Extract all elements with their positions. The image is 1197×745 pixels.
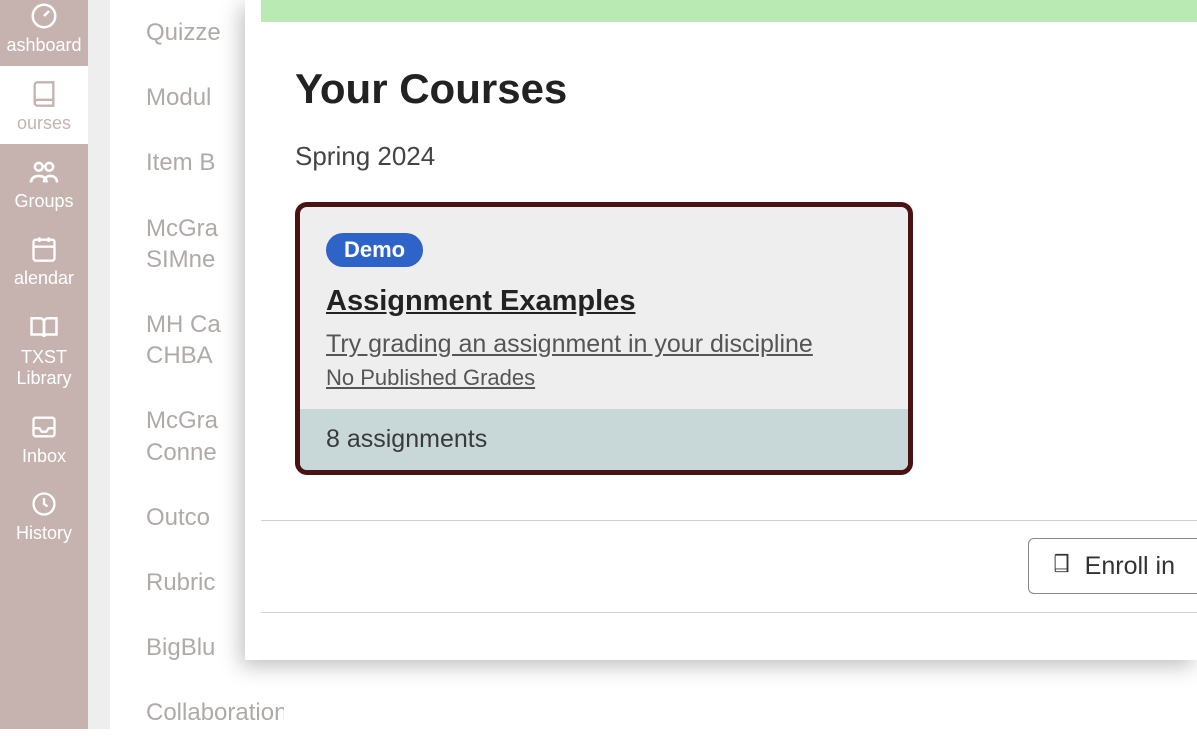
- nav-history[interactable]: History: [0, 476, 88, 554]
- course-card[interactable]: Demo Assignment Examples Try grading an …: [295, 202, 913, 475]
- enroll-button[interactable]: Enroll in: [1028, 538, 1197, 594]
- history-icon: [30, 488, 58, 520]
- term-label: Spring 2024: [295, 141, 1197, 172]
- demo-badge: Demo: [326, 233, 423, 267]
- nav-inbox[interactable]: Inbox: [0, 399, 88, 477]
- courses-icon: [30, 78, 58, 110]
- nav-groups[interactable]: Groups: [0, 144, 88, 222]
- dashboard-icon: [29, 0, 59, 32]
- nav-dashboard[interactable]: ashboard: [0, 0, 88, 66]
- calendar-icon: [30, 233, 58, 265]
- book-icon: [1051, 552, 1073, 581]
- library-icon: [29, 311, 59, 343]
- coursenav-collaborations[interactable]: Collaborations: [146, 680, 284, 745]
- groups-icon: [28, 156, 60, 188]
- course-grades-link[interactable]: No Published Grades: [326, 365, 882, 391]
- main-panel: Your Courses Spring 2024 Demo Assignment…: [245, 0, 1197, 660]
- nav-courses[interactable]: ourses: [0, 66, 88, 144]
- global-nav: ashboard ourses Groups alendar TXST Libr…: [0, 0, 88, 729]
- course-card-footer: 8 assignments: [300, 409, 908, 470]
- nav-library[interactable]: TXST Library: [0, 299, 88, 398]
- course-title-link[interactable]: Assignment Examples: [326, 285, 882, 318]
- divider-2: [261, 612, 1197, 613]
- course-subtitle-link[interactable]: Try grading an assignment in your discip…: [326, 330, 882, 359]
- success-banner: [261, 0, 1197, 22]
- inbox-icon: [30, 411, 58, 443]
- nav-calendar[interactable]: alendar: [0, 221, 88, 299]
- divider: [261, 520, 1197, 521]
- page-title: Your Courses: [295, 65, 1197, 113]
